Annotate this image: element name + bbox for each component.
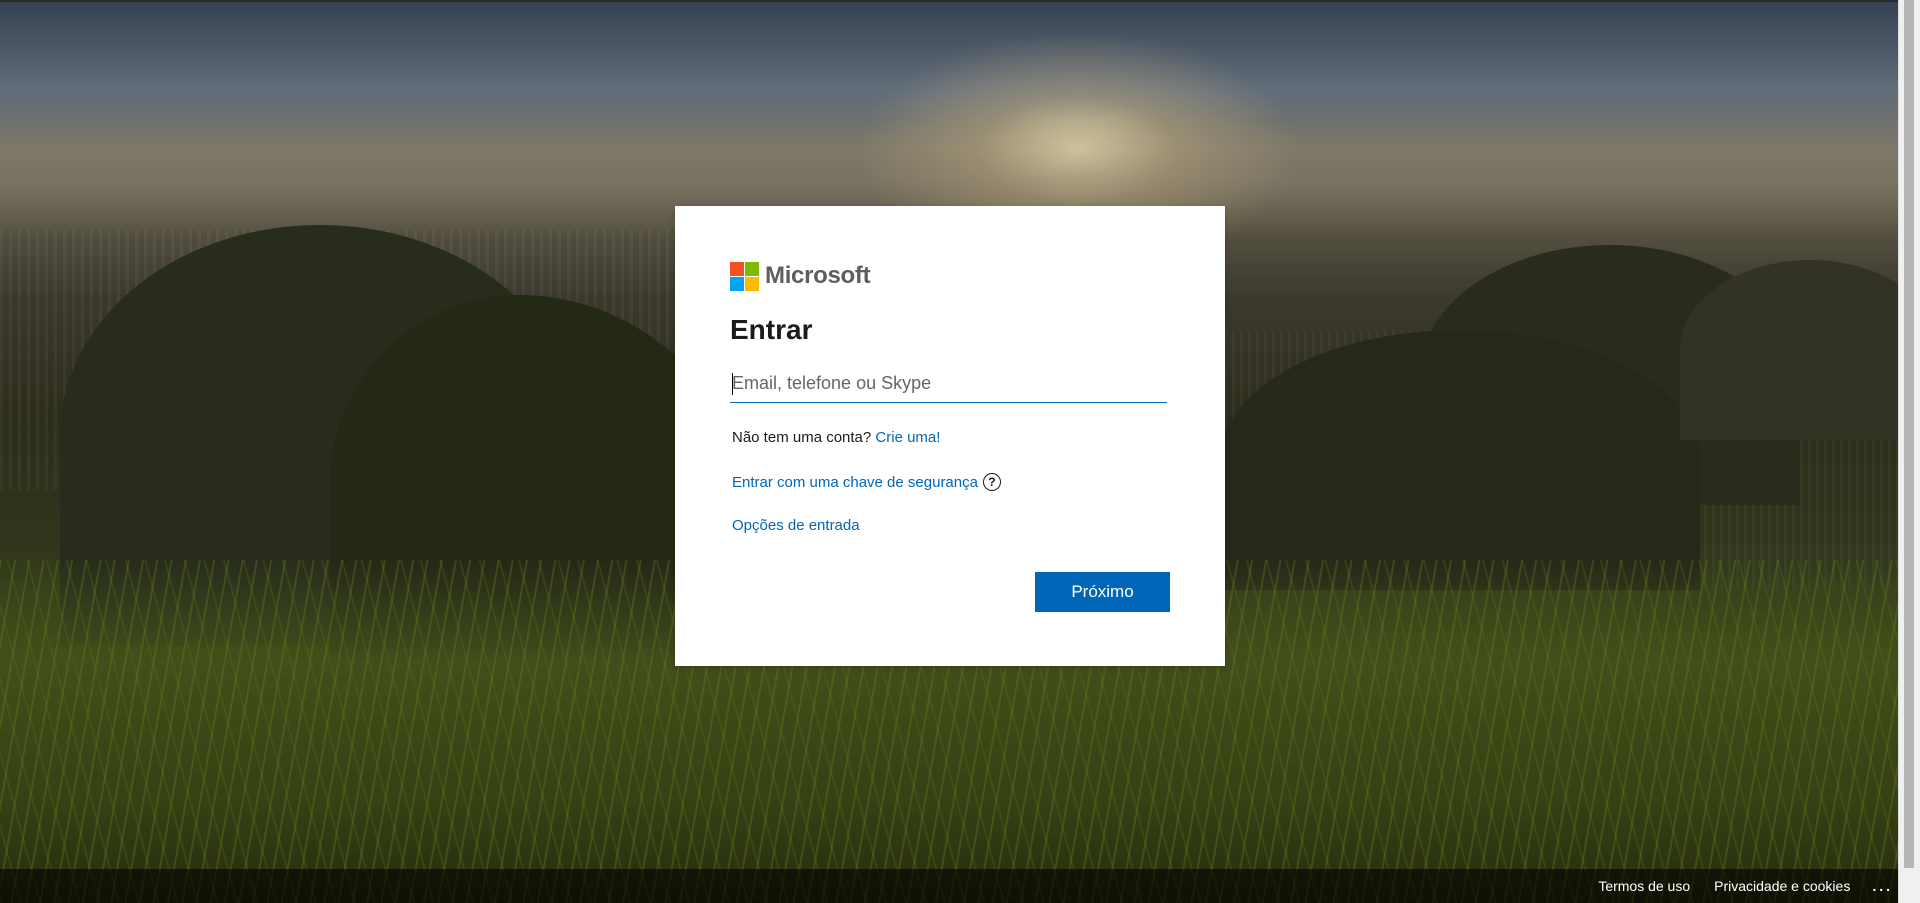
terms-link[interactable]: Termos de uso bbox=[1598, 878, 1690, 894]
help-icon[interactable]: ? bbox=[982, 473, 1001, 491]
signin-options-link[interactable]: Opções de entrada bbox=[732, 517, 860, 534]
brand-name: Microsoft bbox=[765, 262, 871, 289]
privacy-link[interactable]: Privacidade e cookies bbox=[1714, 878, 1850, 894]
text-caret bbox=[732, 373, 733, 395]
microsoft-logo-icon bbox=[730, 261, 759, 291]
brand-header: Microsoft bbox=[730, 260, 1170, 292]
security-key-row: Entrar com uma chave de segurança ? bbox=[732, 473, 1170, 491]
no-account-row: Não tem uma conta? Crie uma! bbox=[732, 429, 1170, 446]
footer-bar: Termos de uso Privacidade e cookies ... bbox=[0, 869, 1899, 903]
logo-square-yellow bbox=[745, 276, 759, 291]
signin-options-row: Opções de entrada bbox=[732, 517, 1170, 534]
email-field[interactable] bbox=[730, 366, 1167, 400]
security-key-link[interactable]: Entrar com uma chave de segurança bbox=[732, 474, 978, 491]
vertical-scrollbar[interactable] bbox=[1898, 0, 1920, 903]
scrollbar-thumb[interactable] bbox=[1904, 0, 1914, 868]
more-options-icon[interactable]: ... bbox=[1872, 878, 1893, 894]
logo-square-green bbox=[745, 261, 759, 276]
logo-square-red bbox=[730, 261, 744, 276]
page-title: Entrar bbox=[730, 314, 813, 345]
signin-card: Microsoft Entrar Não tem uma conta? Crie… bbox=[675, 206, 1225, 666]
create-account-link[interactable]: Crie uma! bbox=[875, 429, 940, 446]
no-account-text: Não tem uma conta? bbox=[732, 429, 872, 446]
logo-square-blue bbox=[730, 276, 744, 291]
window-top-border bbox=[0, 0, 1899, 2]
email-field-container bbox=[730, 366, 1167, 403]
next-button[interactable]: Próximo bbox=[1035, 572, 1170, 612]
